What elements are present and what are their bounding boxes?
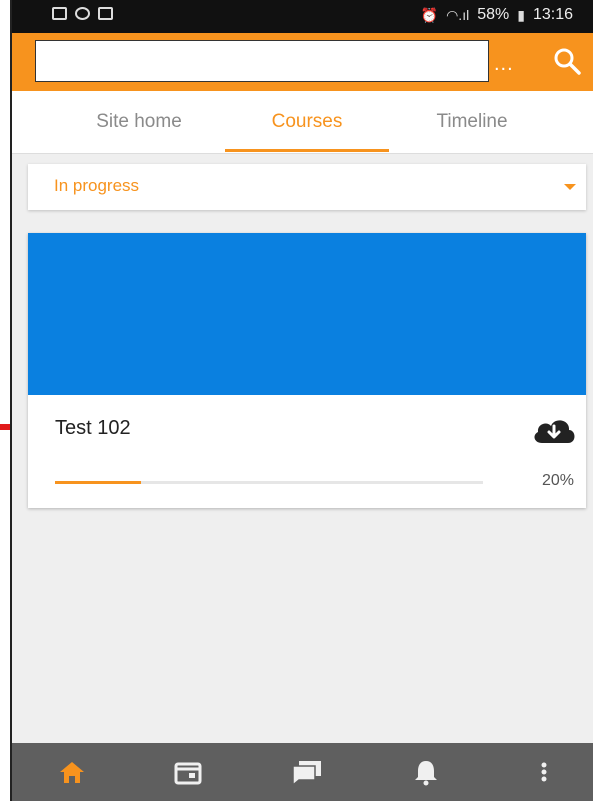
active-tab-indicator — [225, 149, 389, 152]
battery-percent: 58% — [477, 6, 510, 23]
tab-timeline[interactable]: Timeline — [390, 91, 554, 153]
messages-icon[interactable] — [291, 758, 323, 786]
gallery-icon — [52, 7, 67, 20]
more-vertical-icon[interactable] — [528, 758, 560, 786]
search-icon[interactable] — [551, 45, 585, 79]
course-card[interactable]: Test 102 20% — [28, 233, 586, 508]
screenshot-icon — [98, 7, 113, 20]
course-progress-fill — [55, 481, 141, 484]
tab-site-home[interactable]: Site home — [54, 91, 224, 153]
tab-courses[interactable]: Courses — [225, 91, 389, 153]
course-filter-select[interactable]: In progress — [28, 164, 586, 210]
battery-icon: ▮ — [517, 6, 525, 23]
course-progress-label: 20% — [541, 472, 574, 489]
cloud-download-icon[interactable] — [530, 413, 578, 447]
bell-icon[interactable] — [410, 758, 442, 786]
alarm-icon: ⏰ — [420, 6, 439, 23]
chevron-down-icon — [564, 184, 576, 190]
course-progress-bar — [55, 481, 483, 484]
course-name[interactable]: Test 102 — [55, 417, 131, 440]
wifi-signal-icon: ◠.ıl — [446, 6, 470, 23]
clock: 13:16 — [532, 6, 573, 23]
site-title — [35, 40, 489, 82]
filter-selected-value: In progress — [54, 176, 140, 195]
course-image[interactable] — [28, 233, 586, 395]
tab-bar: Site home Courses Timeline — [12, 91, 593, 154]
bottom-navigation — [12, 743, 593, 801]
calendar-icon[interactable] — [172, 758, 204, 786]
home-icon[interactable] — [56, 758, 88, 786]
app-bar: ... — [12, 33, 593, 91]
status-bar: ⏰ ◠.ıl 58% ▮ 13:16 — [12, 0, 593, 33]
title-overflow: ... — [494, 53, 514, 75]
phone-screen: ⏰ ◠.ıl 58% ▮ 13:16 ... Site home Courses… — [10, 0, 593, 801]
dnd-icon — [75, 7, 90, 20]
